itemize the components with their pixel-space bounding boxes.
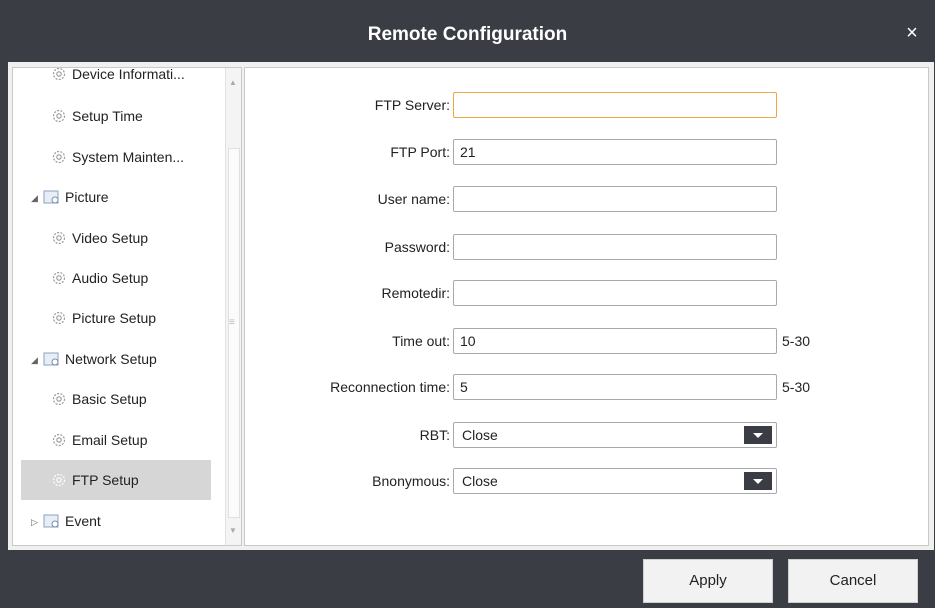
reconnection-time-input[interactable]: [453, 374, 777, 400]
sidebar-item-picture[interactable]: ◢ Picture: [13, 177, 211, 217]
bnonymous-select[interactable]: Close: [453, 468, 777, 494]
gear-icon: [52, 433, 66, 447]
sidebar-item-label: Picture: [65, 189, 109, 205]
sidebar-item-audio-setup[interactable]: Audio Setup: [13, 258, 211, 298]
folder-settings-icon: [43, 514, 59, 528]
reconnection-time-row: Reconnection time:: [245, 374, 450, 400]
folder-settings-icon: [43, 190, 59, 204]
dropdown-arrow-icon[interactable]: [744, 472, 772, 490]
sidebar-item-ftp-setup[interactable]: FTP Setup: [21, 460, 211, 500]
sidebar-item-label: Device Informati...: [72, 67, 185, 82]
sidebar-item-label: Picture Setup: [72, 310, 157, 326]
gear-icon: [52, 392, 66, 406]
collapsed-arrow-icon[interactable]: ▷: [31, 502, 41, 542]
sidebar-item-picture-setup[interactable]: Picture Setup: [13, 298, 211, 338]
apply-button[interactable]: Apply: [643, 559, 773, 603]
sidebar-item-label: System Mainten...: [72, 149, 185, 165]
remotedir-row: Remotedir:: [245, 280, 450, 306]
time-out-input[interactable]: [453, 328, 777, 354]
gear-icon: [52, 68, 66, 81]
remotedir-label: Remotedir:: [381, 285, 450, 301]
expanded-arrow-icon[interactable]: ◢: [31, 178, 41, 218]
remotedir-input[interactable]: [453, 280, 777, 306]
gear-icon: [52, 109, 66, 123]
sidebar-item-label: Video Setup: [72, 230, 149, 246]
rbt-row: RBT:: [245, 422, 450, 448]
ftp-server-input[interactable]: [453, 92, 777, 118]
sidebar-item-event[interactable]: ▷ Event: [13, 501, 211, 541]
rbt-selected-value: Close: [462, 427, 498, 443]
sidebar-item-label: Setup Time: [72, 108, 143, 124]
user-name-row: User name:: [245, 186, 450, 212]
folder-settings-icon: [43, 352, 59, 366]
sidebar-item-network-setup[interactable]: ◢ Network Setup: [13, 339, 211, 379]
sidebar-item-label: Basic Setup: [72, 391, 147, 407]
rbt-select[interactable]: Close: [453, 422, 777, 448]
title-bar: Remote Configuration ×: [0, 0, 935, 62]
time-out-range: 5-30: [782, 333, 811, 349]
sidebar-item-label: Event: [65, 513, 101, 529]
window-title: Remote Configuration: [367, 24, 568, 45]
gear-icon: [52, 231, 66, 245]
cancel-button[interactable]: Cancel: [788, 559, 918, 603]
gear-icon: [52, 473, 66, 487]
ftp-settings-panel: FTP Server: FTP Port: User name: Passwor…: [244, 67, 929, 546]
grip-icon: ≡: [229, 317, 235, 328]
ftp-port-input[interactable]: [453, 139, 777, 165]
sidebar-item-label: Email Setup: [72, 432, 148, 448]
sidebar-item-system-maintenance[interactable]: System Mainten...: [13, 137, 211, 177]
bnonymous-row: Bnonymous:: [245, 468, 450, 494]
password-label: Password:: [384, 239, 450, 255]
bnonymous-label: Bnonymous:: [372, 473, 450, 489]
bnonymous-selected-value: Close: [462, 473, 498, 489]
sidebar-item-label: FTP Setup: [72, 472, 139, 488]
user-name-label: User name:: [377, 191, 450, 207]
sidebar-item-setup-time[interactable]: Setup Time: [13, 96, 211, 136]
expanded-arrow-icon[interactable]: ◢: [31, 340, 41, 380]
ftp-server-row: FTP Server:: [245, 92, 450, 118]
sidebar-item-basic-setup[interactable]: Basic Setup: [13, 379, 211, 419]
time-out-row: Time out:: [245, 328, 450, 354]
rbt-label: RBT:: [419, 427, 450, 443]
time-out-label: Time out:: [392, 333, 450, 349]
password-row: Password:: [245, 234, 450, 260]
scroll-up-icon[interactable]: ▲: [229, 78, 237, 87]
sidebar-item-label: Audio Setup: [72, 270, 149, 286]
gear-icon: [52, 271, 66, 285]
close-icon[interactable]: ×: [901, 22, 923, 44]
scroll-down-icon[interactable]: ▼: [229, 526, 237, 535]
sidebar-item-email-setup[interactable]: Email Setup: [13, 420, 211, 460]
user-name-input[interactable]: [453, 186, 777, 212]
gear-icon: [52, 150, 66, 164]
ftp-port-row: FTP Port:: [245, 139, 450, 165]
sidebar-item-device-information[interactable]: Device Informati...: [13, 67, 211, 94]
ftp-port-label: FTP Port:: [390, 144, 450, 160]
password-input[interactable]: [453, 234, 777, 260]
gear-icon: [52, 311, 66, 325]
settings-tree: Device Informati... Setup Time System Ma…: [13, 68, 225, 545]
dropdown-arrow-icon[interactable]: [744, 426, 772, 444]
sidebar-item-video-setup[interactable]: Video Setup: [13, 218, 211, 258]
sidebar-item-label: Network Setup: [65, 351, 157, 367]
reconnection-time-range: 5-30: [782, 379, 811, 395]
reconnection-time-label: Reconnection time:: [330, 379, 450, 395]
ftp-server-label: FTP Server:: [374, 97, 450, 113]
